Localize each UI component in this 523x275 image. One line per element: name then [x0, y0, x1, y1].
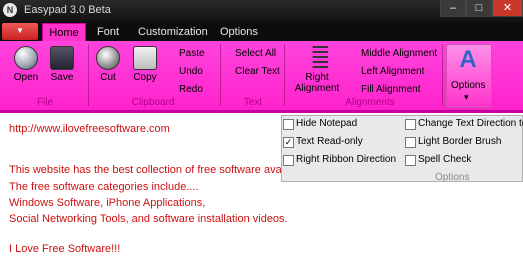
change-text-direction-checkbox[interactable]: [405, 119, 416, 130]
group-label-file: File: [36, 97, 54, 108]
options-panel-label: Options: [435, 172, 470, 183]
editor-line: The free software categories include....: [9, 181, 199, 193]
window-title: Easypad 3.0 Beta: [24, 4, 111, 16]
right-ribbon-direction-checkbox[interactable]: [283, 155, 294, 166]
change-text-direction-label[interactable]: Change Text Direction to: [418, 118, 523, 129]
minimize-button[interactable]: ‒: [440, 0, 466, 17]
scissors-icon: [96, 46, 120, 70]
easypad-window: N Easypad 3.0 Beta ‒ □ ✕ ▼ Home Font Cus…: [0, 0, 523, 275]
copy-icon: [133, 46, 157, 70]
hide-notepad-checkbox[interactable]: [283, 119, 294, 130]
paste-button[interactable]: Paste: [179, 48, 205, 59]
editor-line: http://www.ilovefreesoftware.com: [9, 123, 170, 135]
right-alignment-label-line2: Alignment: [294, 83, 340, 94]
redo-button[interactable]: Redo: [179, 84, 203, 95]
group-separator: [88, 44, 89, 106]
maximize-button[interactable]: □: [466, 0, 492, 17]
group-separator: [442, 44, 443, 106]
copy-button[interactable]: Copy: [130, 46, 160, 83]
text-read-only-label[interactable]: Text Read-only: [296, 136, 363, 147]
spell-check-checkbox[interactable]: [405, 155, 416, 166]
open-label: Open: [13, 72, 39, 83]
select-all-button[interactable]: Select All: [235, 48, 276, 59]
font-a-icon: A: [459, 46, 477, 73]
spell-check-label[interactable]: Spell Check: [418, 154, 471, 165]
editor-line: I Love Free Software!!!: [9, 243, 121, 255]
undo-button[interactable]: Undo: [179, 66, 203, 77]
save-button[interactable]: Save: [48, 46, 76, 83]
group-separator: [284, 44, 285, 106]
light-border-brush-checkbox[interactable]: [405, 137, 416, 148]
right-alignment-button[interactable]: Right Alignment: [292, 46, 342, 94]
dropdown-arrow-icon: ▾: [464, 92, 469, 102]
hide-notepad-label[interactable]: Hide Notepad: [296, 118, 357, 129]
close-button[interactable]: ✕: [492, 0, 523, 17]
tab-font[interactable]: Font: [97, 23, 119, 41]
group-label-text: Text: [243, 97, 263, 108]
middle-alignment-button[interactable]: Middle Alignment: [361, 48, 437, 59]
align-right-icon: [312, 46, 328, 70]
group-separator: [220, 44, 221, 106]
tab-home[interactable]: Home: [42, 23, 86, 41]
cut-label: Cut: [100, 72, 116, 83]
group-label-clipboard: Clipboard: [131, 97, 175, 108]
options-label: Options: [451, 80, 486, 91]
light-border-brush-label[interactable]: Light Border Brush: [418, 136, 501, 147]
right-alignment-label-line1: Right: [305, 72, 329, 83]
app-menu-button[interactable]: ▼: [2, 23, 38, 40]
editor-line: Windows Software, iPhone Applications,: [9, 197, 206, 209]
editor-line: Social Networking Tools, and software in…: [9, 213, 288, 225]
copy-label: Copy: [133, 72, 157, 83]
tab-customization[interactable]: Customization: [138, 23, 208, 41]
tab-options[interactable]: Options: [220, 23, 258, 41]
left-alignment-button[interactable]: Left Alignment: [361, 66, 424, 77]
app-icon[interactable]: N: [3, 3, 17, 17]
open-button[interactable]: Open: [12, 46, 40, 83]
clear-text-button[interactable]: Clear Text: [235, 66, 280, 77]
fill-alignment-button[interactable]: Fill Alignment: [361, 84, 420, 95]
open-icon: [14, 46, 38, 70]
text-read-only-checkbox[interactable]: ✓: [283, 137, 294, 148]
cut-button[interactable]: Cut: [94, 46, 122, 83]
group-label-alignments: Alignments: [345, 97, 395, 108]
save-label: Save: [50, 72, 74, 83]
save-icon: [50, 46, 74, 70]
right-ribbon-direction-label[interactable]: Right Ribbon Direction: [296, 154, 396, 165]
